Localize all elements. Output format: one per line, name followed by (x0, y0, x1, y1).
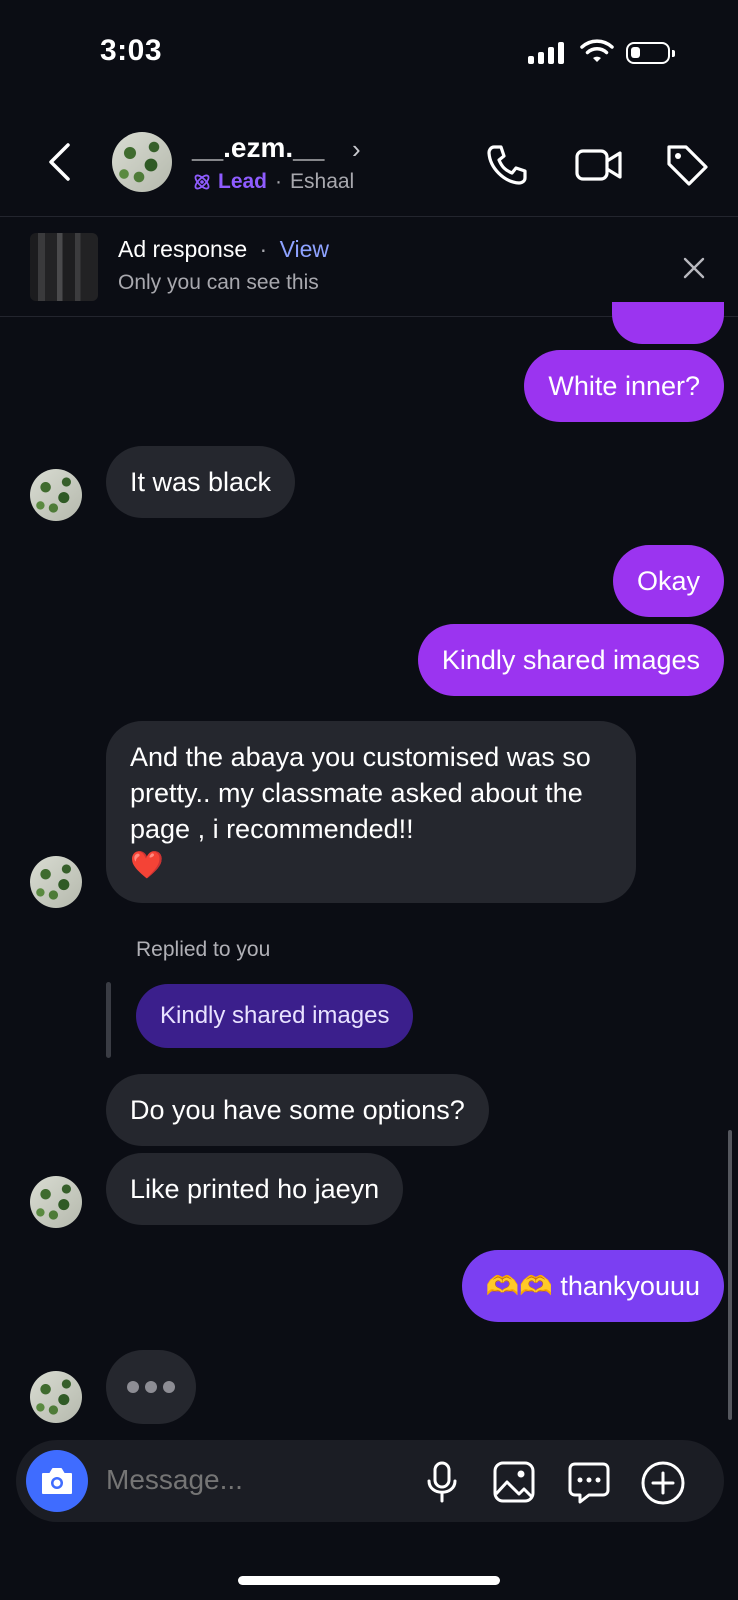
wifi-icon (580, 38, 614, 69)
lead-label: Lead (218, 170, 268, 193)
sender-avatar[interactable] (30, 469, 82, 521)
label-tag-button[interactable] (664, 142, 710, 193)
message-text: Like printed ho jaeyn (130, 1174, 380, 1204)
message-text: thankyouuu (560, 1271, 700, 1301)
lead-badge: Lead (192, 170, 267, 194)
status-time: 3:03 (100, 34, 163, 67)
sender-avatar[interactable] (30, 856, 82, 908)
outgoing-message-bubble[interactable]: Okay (612, 545, 724, 617)
outgoing-message-bubble[interactable]: Kindly shared images (417, 624, 724, 696)
incoming-message-bubble[interactable]: It was black (106, 446, 296, 518)
phone-icon (487, 145, 527, 185)
assignee-name: Eshaal (290, 170, 355, 193)
contact-username[interactable]: __.ezm.__ (192, 132, 324, 164)
sticker-chat-button[interactable] (566, 1460, 612, 1511)
video-call-button[interactable] (574, 142, 624, 193)
message-text: It was black (130, 467, 272, 497)
message-text: Kindly shared images (441, 645, 700, 675)
heart-emoji: ❤️ (130, 850, 164, 880)
message-text: And the abaya you customised was so pret… (130, 742, 591, 844)
reply-quote-bar (106, 982, 111, 1058)
back-button[interactable] (44, 142, 74, 187)
outgoing-message-bubble[interactable]: White inner? (524, 350, 724, 422)
chevron-right-icon[interactable]: › (352, 134, 361, 165)
replied-to-you-label: Replied to you (136, 938, 271, 961)
image-icon (493, 1461, 535, 1503)
message-text: White inner? (548, 371, 700, 401)
message-text: Do you have some options? (130, 1095, 465, 1125)
incoming-message-bubble[interactable]: And the abaya you customised was so pret… (106, 721, 636, 903)
sender-avatar[interactable] (30, 1176, 82, 1228)
tag-icon (667, 145, 708, 186)
lead-atom-icon (194, 174, 210, 190)
subtitle-separator: · (275, 170, 283, 193)
sender-avatar (30, 1371, 82, 1423)
cellular-signal-icon (528, 40, 564, 64)
outgoing-message-bubble[interactable]: 🫶🫶 thankyouuu (461, 1250, 724, 1322)
quoted-reply-bubble[interactable]: Kindly shared images (136, 984, 414, 1048)
battery-icon (626, 42, 675, 64)
typing-indicator (106, 1350, 196, 1424)
plus-circle-icon (641, 1461, 685, 1505)
gallery-button[interactable] (492, 1460, 536, 1509)
ad-separator: · (259, 236, 268, 262)
home-indicator[interactable] (238, 1576, 500, 1585)
more-options-button[interactable] (640, 1460, 686, 1511)
incoming-message-bubble[interactable]: Do you have some options? (106, 1074, 489, 1146)
contact-subtitle[interactable]: Lead · Eshaal (192, 170, 354, 194)
header-divider (0, 216, 738, 217)
video-camera-icon (575, 149, 622, 181)
message-input[interactable] (106, 1464, 396, 1496)
ad-visibility-note: Only you can see this (118, 271, 319, 294)
previous-message-bubble-partial[interactable] (612, 302, 724, 344)
voice-message-button[interactable] (424, 1460, 460, 1509)
message-text: Okay (636, 566, 700, 596)
phone-call-button[interactable] (484, 142, 530, 193)
close-icon (683, 257, 705, 279)
microphone-icon (427, 1461, 457, 1503)
heart-hands-emoji: 🫶🫶 (485, 1271, 553, 1301)
ad-view-link[interactable]: View (280, 236, 329, 262)
ad-thumbnail[interactable] (30, 233, 98, 301)
chat-bubble-icon (568, 1462, 610, 1504)
close-ad-banner-button[interactable] (682, 256, 706, 285)
camera-icon (42, 1468, 72, 1494)
ad-response-title: Ad response · View (118, 236, 329, 263)
scrollbar[interactable] (728, 1130, 732, 1420)
ad-title-text: Ad response (118, 236, 248, 262)
camera-button[interactable] (26, 1450, 88, 1512)
incoming-message-bubble[interactable]: Like printed ho jaeyn (106, 1153, 404, 1225)
contact-avatar[interactable] (112, 132, 172, 192)
